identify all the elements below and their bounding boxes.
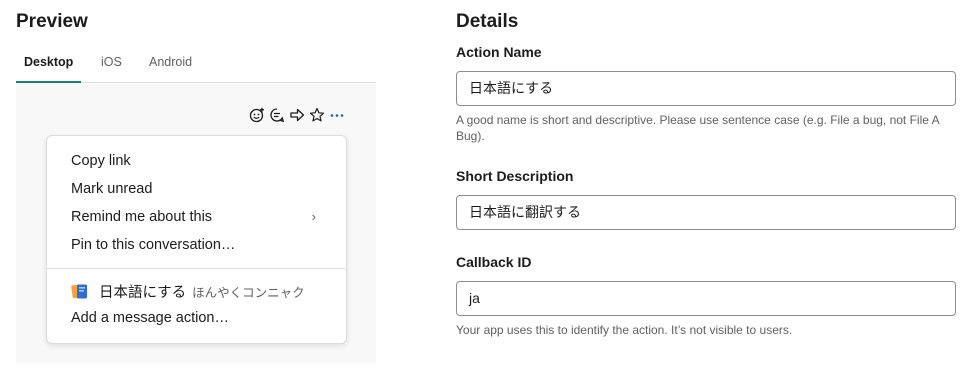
- action-name-hint: A good name is short and descriptive. Pl…: [456, 113, 939, 143]
- app-icon: [71, 283, 90, 300]
- share-icon[interactable]: [288, 107, 305, 124]
- message-context-menu: Copy link Mark unread Remind me about th…: [46, 135, 347, 344]
- preview-title: Preview: [16, 11, 88, 32]
- menu-item-remind-me[interactable]: Remind me about this: [71, 209, 212, 225]
- more-icon[interactable]: [328, 107, 345, 124]
- tab-ios[interactable]: iOS: [101, 55, 122, 69]
- details-panel: Details Action Name 日本語にする A good name i…: [456, 0, 956, 377]
- details-title: Details: [456, 11, 519, 32]
- app-action-label: 日本語にする: [99, 285, 187, 301]
- menu-item-copy-link[interactable]: Copy link: [71, 153, 131, 169]
- action-name-label: Action Name: [456, 44, 542, 60]
- callback-id-input[interactable]: ja: [456, 281, 956, 316]
- menu-item-add-message-action[interactable]: Add a message action…: [71, 310, 229, 326]
- chevron-right-icon: ›: [311, 209, 316, 224]
- reply-in-thread-icon[interactable]: [268, 107, 285, 124]
- active-tab-indicator: [16, 81, 81, 83]
- star-icon[interactable]: [308, 107, 325, 124]
- menu-item-pin[interactable]: Pin to this conversation…: [71, 237, 235, 253]
- short-description-input[interactable]: 日本語に翻訳する: [456, 195, 956, 230]
- add-reaction-icon[interactable]: [248, 107, 265, 124]
- app-action-sublabel: ほんやくコンニャク: [192, 286, 305, 300]
- menu-item-app-action[interactable]: 日本語にする ほんやくコンニャク: [99, 281, 305, 302]
- menu-item-mark-unread[interactable]: Mark unread: [71, 181, 152, 197]
- tab-desktop[interactable]: Desktop: [24, 55, 73, 69]
- preview-panel: Preview Desktop iOS Android Copy link Ma…: [16, 0, 376, 377]
- message-actions-bar: [248, 106, 345, 124]
- menu-divider: [47, 268, 346, 269]
- message-preview: Copy link Mark unread Remind me about th…: [16, 84, 376, 363]
- action-name-input[interactable]: 日本語にする: [456, 71, 956, 106]
- callback-id-label: Callback ID: [456, 254, 532, 270]
- tab-android[interactable]: Android: [149, 55, 192, 69]
- callback-id-hint: Your app uses this to identify the actio…: [456, 323, 793, 337]
- short-description-label: Short Description: [456, 168, 574, 184]
- preview-tabs: Desktop iOS Android: [16, 52, 376, 83]
